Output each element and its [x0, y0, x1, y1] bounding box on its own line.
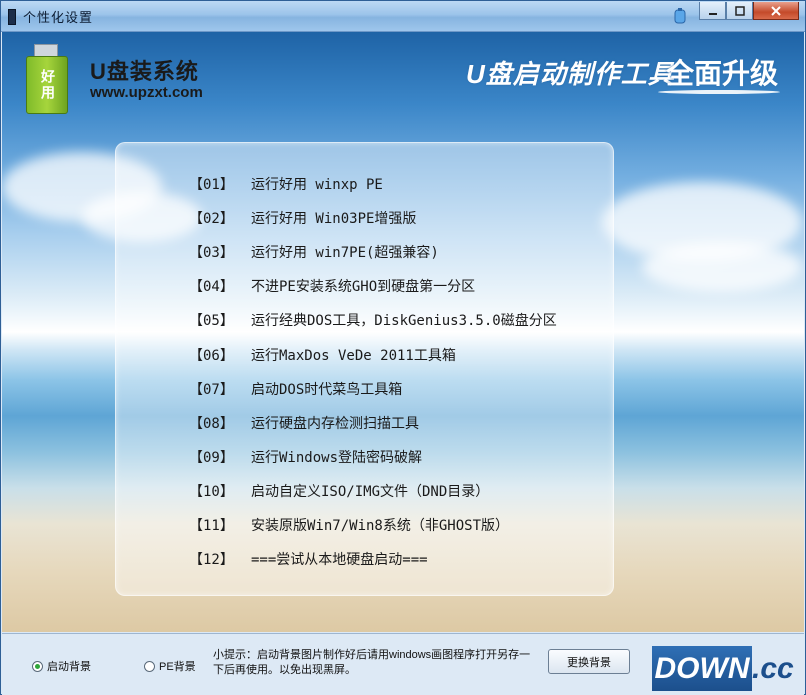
window-title: 个性化设置	[23, 10, 94, 25]
close-icon	[771, 5, 781, 16]
tip-text: 小提示：启动背景图片制作好后请用windows画图程序打开另存一下后再使用。以免…	[213, 649, 531, 676]
menu-item-12[interactable]: 【12】 ===尝试从本地硬盘启动===	[189, 542, 557, 576]
menu-item-label: ===尝试从本地硬盘启动===	[251, 552, 428, 569]
menu-item-label: 运行好用 Win03PE增强版	[251, 211, 417, 228]
usb-logo: 好用	[24, 44, 70, 114]
brand-name: U盘装系统	[90, 59, 199, 84]
boot-menu: 【01】 运行好用 winxp PE 【02】 运行好用 Win03PE增强版 【0…	[189, 167, 557, 576]
minimize-button[interactable]	[699, 2, 726, 20]
boot-menu-panel: 【01】 运行好用 winxp PE 【02】 运行好用 Win03PE增强版 【0…	[115, 142, 614, 596]
app-icon	[8, 9, 16, 25]
menu-item-number: 【05】	[189, 313, 234, 330]
radio-unchecked-icon	[144, 660, 155, 672]
menu-item-number: 【12】	[189, 552, 234, 569]
watermark-cc: .cc	[752, 651, 794, 685]
brand-url: www.upzxt.com	[90, 84, 203, 101]
menu-item-number: 【03】	[189, 245, 234, 262]
minimize-icon	[708, 12, 717, 15]
menu-item-11[interactable]: 【11】 安装原版Win7/Win8系统（非GHOST版）	[189, 508, 557, 542]
menu-item-number: 【01】	[189, 177, 234, 194]
menu-item-number: 【08】	[189, 415, 234, 432]
menu-item-04[interactable]: 【04】 不进PE安装系统GHO到硬盘第一分区	[189, 269, 557, 303]
menu-item-06[interactable]: 【06】 运行MaxDos VeDe 2011工具箱	[189, 337, 557, 371]
menu-item-number: 【10】	[189, 483, 234, 500]
menu-item-label: 运行MaxDos VeDe 2011工具箱	[251, 347, 456, 364]
menu-item-number: 【04】	[189, 279, 234, 296]
menu-item-number: 【09】	[189, 449, 234, 466]
background-scene: 好用 U盘装系统 www.upzxt.com U盘启动制作工具 全面升级 【01…	[2, 32, 804, 632]
menu-item-number: 【02】	[189, 211, 234, 228]
watermark-logo: DOWN .cc	[652, 646, 802, 691]
menu-item-label: 不进PE安装系统GHO到硬盘第一分区	[251, 279, 476, 296]
menu-item-01[interactable]: 【01】 运行好用 winxp PE	[189, 167, 557, 201]
menu-item-label: 运行好用 winxp PE	[251, 177, 383, 194]
radio-pe-background[interactable]: PE背景	[144, 658, 196, 674]
change-background-button[interactable]: 更换背景	[548, 649, 630, 674]
menu-item-07[interactable]: 【07】 启动DOS时代菜鸟工具箱	[189, 372, 557, 406]
menu-item-10[interactable]: 【10】 启动自定义ISO/IMG文件（DND目录）	[189, 474, 557, 508]
bottom-bar: 启动背景 PE背景 小提示：启动背景图片制作好后请用windows画图程序打开另…	[2, 633, 804, 695]
menu-item-label: 运行经典DOS工具，DiskGenius3.5.0磁盘分区	[251, 313, 557, 330]
menu-item-03[interactable]: 【03】 运行好用 win7PE(超强兼容)	[189, 235, 557, 269]
menu-item-02[interactable]: 【02】 运行好用 Win03PE增强版	[189, 201, 557, 235]
menu-item-label: 运行Windows登陆密码破解	[251, 449, 423, 466]
menu-item-number: 【11】	[189, 517, 234, 534]
maximize-icon	[734, 5, 745, 16]
menu-item-number: 【07】	[189, 381, 234, 398]
radio-boot-background[interactable]: 启动背景	[32, 658, 91, 674]
usb-logo-badge: 好用	[26, 56, 68, 114]
radio-label: PE背景	[159, 661, 196, 673]
slogan-underline	[658, 90, 780, 94]
cloud-decoration	[642, 242, 802, 292]
menu-item-08[interactable]: 【08】 运行硬盘内存检测扫描工具	[189, 406, 557, 440]
slogan-upgrade: 全面升级	[666, 58, 779, 89]
window-controls	[699, 2, 799, 20]
menu-item-09[interactable]: 【09】 运行Windows登陆密码破解	[189, 440, 557, 474]
radio-label: 启动背景	[47, 661, 91, 673]
menu-item-label: 安装原版Win7/Win8系统（非GHOST版）	[251, 517, 510, 534]
app-window: 个性化设置 好用 U盘装系统 www.upzxt.com U盘启动制作工具 全面…	[0, 0, 806, 695]
close-button[interactable]	[753, 2, 799, 20]
radio-checked-icon	[32, 660, 43, 672]
menu-item-label: 启动自定义ISO/IMG文件（DND目录）	[251, 483, 490, 500]
title-bar[interactable]: 个性化设置	[1, 1, 805, 32]
skin-icon[interactable]	[673, 7, 687, 25]
brand: U盘装系统 www.upzxt.com	[90, 54, 203, 101]
menu-item-label: 运行好用 win7PE(超强兼容)	[251, 245, 439, 262]
maximize-button[interactable]	[726, 2, 753, 20]
menu-item-05[interactable]: 【05】 运行经典DOS工具，DiskGenius3.5.0磁盘分区	[189, 303, 557, 337]
slogan-tool: U盘启动制作工具	[466, 59, 675, 89]
menu-item-label: 启动DOS时代菜鸟工具箱	[251, 381, 403, 398]
watermark-down: DOWN	[652, 646, 752, 691]
menu-item-number: 【06】	[189, 347, 234, 364]
menu-item-label: 运行硬盘内存检测扫描工具	[251, 415, 419, 432]
